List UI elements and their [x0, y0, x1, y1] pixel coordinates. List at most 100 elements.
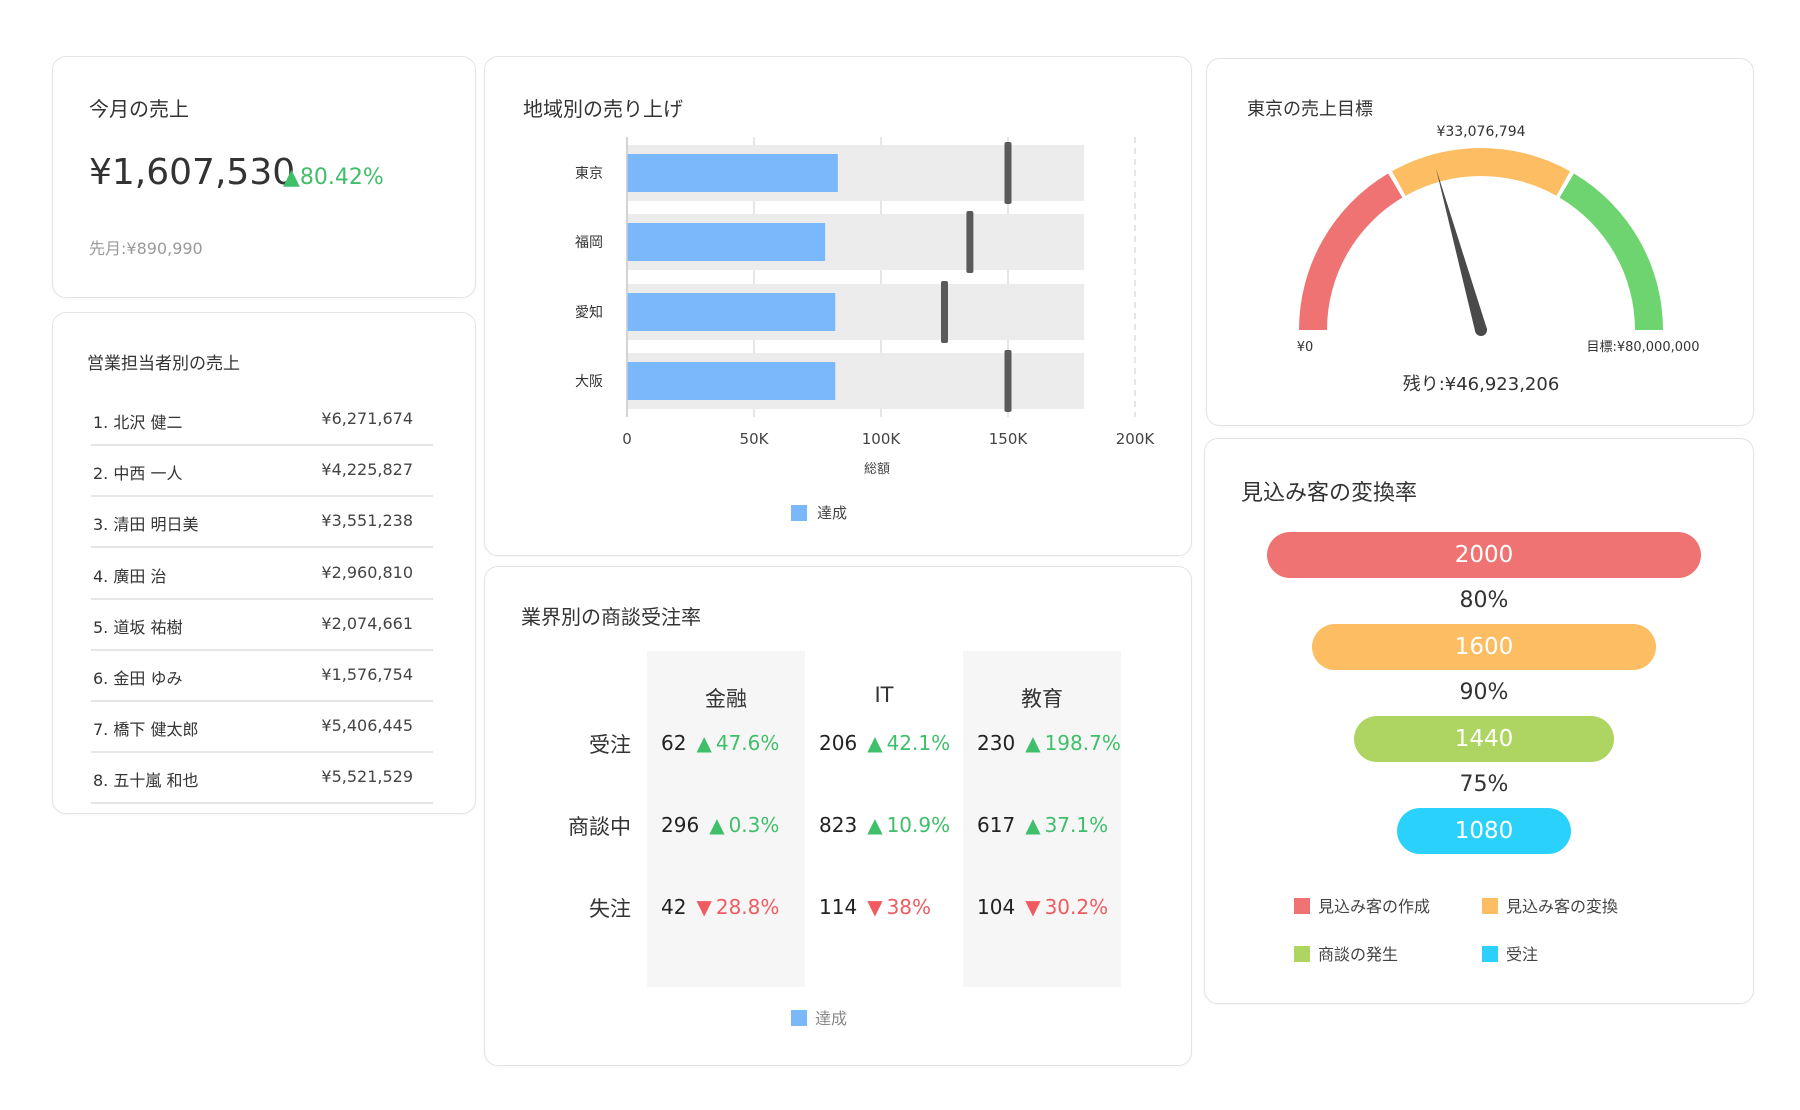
target-marker — [1004, 142, 1012, 204]
rep-row: 2. 中西 一人 ¥4,225,827 — [91, 446, 433, 498]
cell-value: 114 — [819, 895, 858, 919]
x-tick-label: 150K — [989, 430, 1029, 448]
monthly-sales-title: 今月の売上 — [89, 97, 189, 121]
rep-name: 5. 道坂 祐樹 — [93, 617, 183, 637]
cell-value: 296 — [661, 813, 700, 837]
trend-down-icon: ▼ — [867, 895, 883, 919]
funnel-conversion-rate: 80% — [1459, 588, 1509, 613]
actual-bar — [627, 223, 826, 261]
table-cell: 42 ▼ 28.8% — [661, 895, 811, 919]
funnel-conversion-rate: 75% — [1459, 772, 1509, 797]
gauge-value-label: ¥33,076,794 — [1436, 124, 1525, 140]
regional-sales-card: 地域別の売り上げ 東京 福岡 愛知 大阪 0 50K 100K 150K 200K 総額 達成 — [484, 56, 1192, 556]
cell-value: 206 — [819, 731, 858, 755]
legend-swatch-achieved — [791, 1010, 807, 1026]
industry-legend-label: 達成 — [815, 1009, 848, 1028]
trend-up-icon: ▲ — [1025, 813, 1041, 837]
table-cell: 617 ▲ 37.1% — [977, 813, 1127, 837]
trend-up-icon: ▲ — [867, 813, 883, 837]
rep-amount: ¥2,074,661 — [321, 613, 413, 633]
rep-amount: ¥4,225,827 — [321, 460, 413, 480]
column-header: 金融 — [705, 687, 747, 711]
funnel-bar: 2000 — [1267, 532, 1701, 578]
rep-amount: ¥3,551,238 — [321, 511, 413, 531]
x-tick-label: 50K — [740, 430, 770, 448]
rep-row: 5. 道坂 祐樹 ¥2,074,661 — [91, 600, 433, 651]
cell-change: 37.1% — [1044, 813, 1109, 837]
actual-bar — [627, 362, 836, 400]
monthly-sales-card: 今月の売上 ¥1,607,530 ▲80.42% 先月:¥890,990 — [52, 56, 476, 298]
funnel-conversion-rate: 90% — [1459, 680, 1509, 705]
lead-conversion-title: 見込み客の変換率 — [1241, 481, 1418, 506]
rep-row: 3. 清田 明日美 ¥3,551,238 — [91, 497, 433, 549]
funnel-bar: 1080 — [1397, 808, 1571, 854]
sales-by-rep-card: 営業担当者別の売上 1. 北沢 健二 ¥6,271,674 2. 中西 一人 ¥4,2… — [52, 312, 476, 814]
trend-up-icon: ▲ — [696, 731, 712, 755]
funnel-bar: 1440 — [1354, 716, 1614, 762]
funnel-legend-item: 受注 — [1482, 941, 1538, 965]
regional-sales-chart: 東京福岡愛知大阪 0 50K 100K 150K 200K 総額達成 — [575, 137, 1156, 522]
legend-label: 見込み客の作成 — [1318, 897, 1431, 916]
gauge-remaining-label: 残り:¥46,923,206 — [1403, 374, 1560, 395]
cell-value: 62 — [661, 731, 687, 755]
legend-label: 商談の発生 — [1318, 945, 1399, 964]
cell-change: 198.7% — [1044, 731, 1121, 755]
cell-change: 10.9% — [886, 813, 951, 837]
row-label: 商談中 — [568, 815, 631, 839]
x-axis-label: 総額 — [864, 462, 890, 477]
monthly-sales-delta-value: 80.42% — [299, 165, 384, 190]
table-cell: 114 ▼ 38% — [819, 895, 969, 919]
gauge-max-label: 目標:¥80,000,000 — [1586, 340, 1699, 355]
trend-up-icon: ▲ — [283, 165, 300, 190]
legend-swatch — [1482, 946, 1498, 962]
cell-change: 38% — [886, 895, 932, 919]
monthly-sales-delta: ▲80.42% — [283, 165, 384, 190]
row-label: 失注 — [589, 897, 631, 921]
gauge-needle-hub — [1475, 324, 1487, 336]
industry-win-rate-title: 業界別の商談受注率 — [521, 605, 701, 629]
table-cell: 230 ▲ 198.7% — [977, 731, 1127, 755]
monthly-sales-amount: ¥1,607,530 — [89, 152, 296, 193]
rep-amount: ¥6,271,674 — [321, 409, 413, 428]
rep-name: 3. 清田 明日美 — [93, 515, 199, 535]
rep-name: 7. 橋下 健太郎 — [93, 720, 199, 740]
x-tick-label: 0 — [622, 430, 632, 448]
trend-up-icon: ▲ — [1025, 731, 1041, 755]
funnel-bar: 1600 — [1312, 624, 1656, 670]
table-cell: 296 ▲ 0.3% — [661, 813, 811, 837]
sales-by-rep-title: 営業担当者別の売上 — [87, 354, 240, 374]
target-marker — [1004, 350, 1012, 412]
column-header: 教育 — [1021, 687, 1063, 711]
rep-name: 8. 五十嵐 和也 — [93, 771, 199, 791]
rep-amount: ¥2,960,810 — [321, 562, 413, 582]
table-cell: 823 ▲ 10.9% — [819, 813, 969, 837]
actual-bar — [627, 293, 836, 331]
category-label: 大阪 — [575, 374, 603, 390]
rep-row: 4. 廣田 治 ¥2,960,810 — [91, 549, 433, 600]
legend-label: 見込み客の変換 — [1506, 897, 1619, 916]
legend-label-achieved: 達成 — [817, 504, 847, 522]
trend-up-icon: ▲ — [867, 731, 883, 755]
x-tick-label: 200K — [1116, 430, 1156, 448]
rep-amount: ¥1,576,754 — [321, 665, 413, 684]
row-label: 受注 — [589, 733, 631, 757]
tokyo-target-card: 東京の売上目標 ¥33,076,794 ¥0 目標:¥80,000,000 残り:¥4… — [1206, 58, 1754, 426]
funnel-legend-item: 商談の発生 — [1294, 941, 1398, 965]
rep-row: 8. 五十嵐 和也 ¥5,521,529 — [91, 753, 433, 805]
previous-month-sales: 先月:¥890,990 — [89, 239, 203, 258]
target-marker — [941, 281, 948, 343]
cell-value: 230 — [977, 731, 1016, 755]
category-label: 東京 — [575, 166, 603, 182]
table-cell: 104 ▼ 30.2% — [977, 895, 1127, 919]
legend-swatch — [1294, 946, 1310, 962]
tokyo-target-gauge: ¥33,076,794 ¥0 目標:¥80,000,000 残り:¥46,923,20… — [1297, 124, 1700, 395]
cell-value: 42 — [661, 895, 687, 919]
gauge-band — [1299, 173, 1403, 330]
cell-change: 28.8% — [715, 895, 780, 919]
cell-change: 47.6% — [715, 731, 780, 755]
trend-up-icon: ▲ — [709, 813, 725, 837]
cell-change: 30.2% — [1044, 895, 1109, 919]
cell-value: 823 — [819, 813, 858, 837]
category-label: 愛知 — [575, 304, 603, 321]
gauge-min-label: ¥0 — [1297, 340, 1314, 355]
